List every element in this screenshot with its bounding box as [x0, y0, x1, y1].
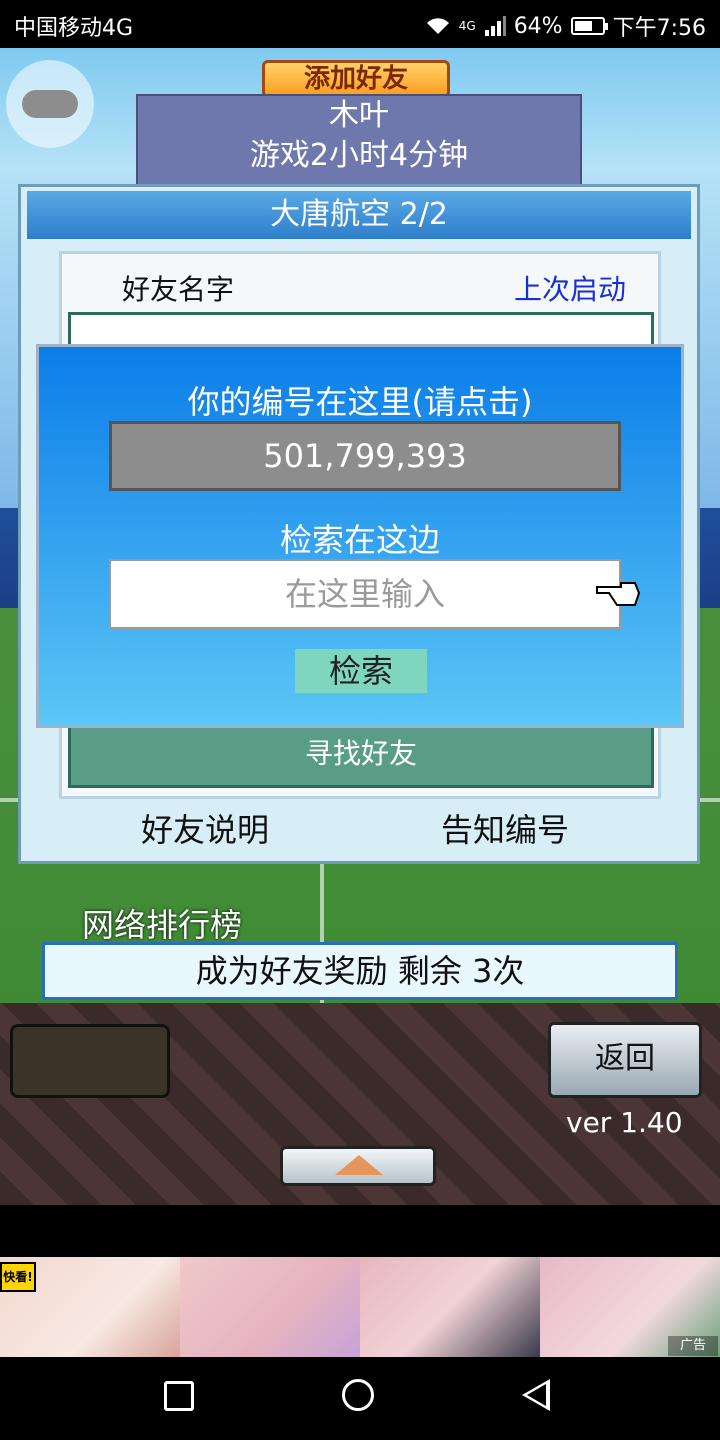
carrier-label: 中国移动4G [14, 16, 134, 41]
empty-slot [10, 1024, 170, 1098]
wifi-icon [426, 18, 449, 34]
player-info-panel: 木叶 游戏2小时4分钟 [136, 94, 582, 190]
status-bar: 中国移动4G 4G 64% 下午7:56 [0, 0, 720, 48]
ad-logo: 快看! [0, 1262, 36, 1292]
home-icon[interactable] [342, 1379, 374, 1411]
friend-help-tab[interactable]: 好友说明 [141, 805, 269, 851]
status-icons: 4G 64% 下午7:56 [425, 10, 706, 42]
play-time: 游戏2小时4分钟 [249, 138, 469, 173]
find-friend-button[interactable]: 寻找好友 [71, 723, 651, 785]
search-modal: 你的编号在这里(请点击) 501,799,393 检索在这边 在这里输入 检索 [36, 344, 684, 728]
spacer [0, 1205, 720, 1257]
gamepad-icon[interactable] [6, 60, 94, 148]
search-prompt: 检索在这边 [279, 521, 440, 559]
my-id-box[interactable]: 501,799,393 [109, 421, 621, 491]
column-friend-name: 好友名字 [122, 273, 235, 306]
signal-icon [484, 16, 506, 36]
reward-bar: 成为好友奖励 剩余 3次 [42, 942, 678, 1000]
notify-id-tab[interactable]: 告知编号 [441, 805, 569, 851]
column-last-launch[interactable]: 上次启动 [514, 268, 626, 308]
player-name: 木叶 [329, 98, 389, 133]
back-icon[interactable] [522, 1379, 550, 1411]
up-arrow-icon [335, 1155, 383, 1175]
window-title: 大唐航空 2/2 [27, 191, 691, 239]
add-friend-banner: 添加好友 [262, 60, 450, 98]
network-label: 4G [458, 19, 476, 33]
ad-image [360, 1257, 540, 1357]
battery-icon [570, 17, 608, 35]
search-input[interactable]: 在这里输入 [109, 559, 621, 629]
search-button[interactable]: 检索 [295, 649, 427, 693]
ranking-label[interactable]: 网络排行榜 [82, 900, 242, 946]
expand-up-button[interactable] [280, 1146, 436, 1186]
navigation-bar [0, 1357, 720, 1440]
ad-image [180, 1257, 360, 1357]
back-button[interactable]: 返回 [548, 1022, 702, 1098]
ad-tag[interactable]: 广告 [668, 1336, 718, 1356]
battery-percent: 64% [513, 13, 563, 39]
clock: 下午7:56 [612, 16, 706, 41]
version-label: ver 1.40 [566, 1106, 683, 1139]
pointing-hand-icon [596, 582, 641, 606]
id-prompt: 你的编号在这里(请点击) [187, 383, 533, 421]
recent-apps-icon[interactable] [164, 1381, 194, 1411]
ad-banner[interactable] [0, 1257, 720, 1357]
